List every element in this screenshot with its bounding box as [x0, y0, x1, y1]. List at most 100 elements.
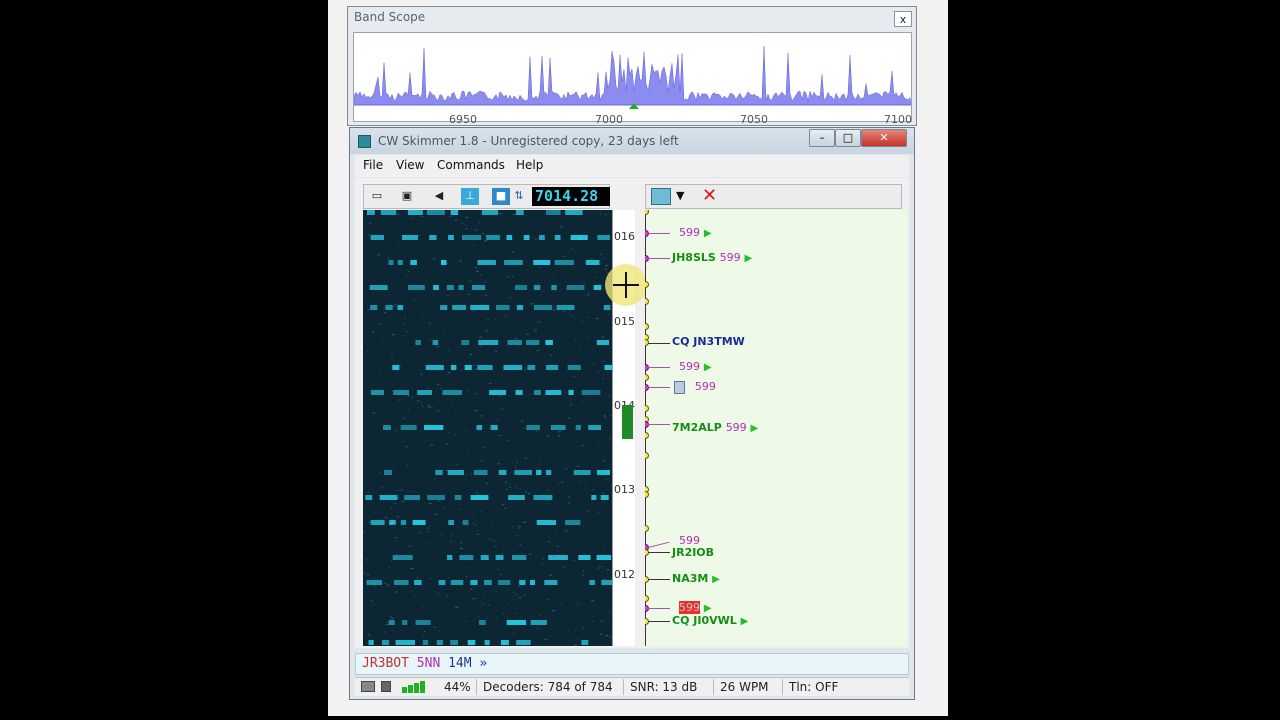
chevron-down-icon[interactable]: ▼ [676, 189, 684, 202]
spot-rst: 599 [719, 251, 741, 264]
spot-entry[interactable]: 599 ▶ [679, 601, 712, 614]
signal-dot[interactable] [645, 595, 649, 602]
noise-speck [598, 524, 600, 526]
noise-speck [418, 210, 422, 212]
cw-signal-mark [470, 495, 489, 500]
scope-tick: 6950 [449, 113, 477, 126]
spot-panel[interactable]: 599 ▶ JH8SLS 599 ▶ CQ JN3TMW 599 ▶ 599 7… [645, 210, 907, 646]
more-arrow-icon[interactable]: » [479, 656, 487, 671]
noise-speck [484, 240, 488, 242]
noise-speck [504, 316, 507, 318]
noise-speck [606, 313, 610, 315]
spot-entry[interactable]: 599 [674, 380, 716, 394]
signal-dot[interactable] [645, 281, 649, 288]
noise-speck [408, 271, 410, 273]
cw-signal-mark [436, 640, 443, 645]
noise-speck [477, 616, 480, 618]
signal-dot[interactable] [645, 323, 649, 330]
signal-dot[interactable] [645, 298, 649, 305]
signal-dot[interactable] [645, 210, 649, 215]
spot-entry[interactable]: 7M2ALP 599 ▶ [672, 421, 758, 434]
play-icon[interactable]: ▶ [704, 603, 712, 614]
noise-speck [400, 489, 403, 491]
clear-spots-icon[interactable]: ✕ [702, 185, 717, 206]
noise-speck [607, 396, 610, 398]
noise-speck [535, 306, 539, 308]
spot-entry[interactable]: CQ JI0VWL ▶ [672, 614, 748, 627]
cw-signal-mark [458, 285, 464, 290]
noise-speck [428, 503, 432, 504]
band-scope-plot[interactable]: 6950 7000 7050 7100 [353, 32, 912, 126]
noise-speck [476, 270, 479, 272]
noise-speck [394, 522, 397, 523]
play-icon[interactable]: ▶ [704, 362, 712, 373]
cw-signal-mark [490, 425, 498, 430]
menu-view[interactable]: View [396, 158, 424, 172]
cw-signal-mark [433, 285, 439, 290]
noise-speck [398, 371, 400, 373]
noise-speck [470, 353, 473, 355]
spot-entry[interactable]: JH8SLS 599 ▶ [672, 251, 752, 264]
play-icon[interactable]: ▶ [751, 423, 759, 434]
close-button[interactable]: ✕ [861, 129, 907, 147]
band-scope-close-button[interactable]: x [894, 11, 912, 27]
signal-dot[interactable] [645, 374, 649, 381]
title-bar[interactable]: CW Skimmer 1.8 - Unregistered copy, 23 d… [350, 128, 914, 154]
noise-speck [428, 322, 431, 324]
decode-icon[interactable] [651, 188, 671, 205]
noise-speck [499, 235, 501, 237]
cw-signal-mark [397, 260, 403, 265]
waterfall-display[interactable] [363, 210, 612, 646]
radio-icon[interactable]: ▭ [368, 188, 386, 205]
noise-speck [551, 520, 555, 521]
speaker-icon[interactable]: ◀ [430, 188, 448, 205]
play-icon[interactable]: ▶ [712, 574, 720, 585]
spot-entry[interactable]: JR2IOB [672, 546, 714, 559]
signal-dot[interactable] [645, 432, 649, 439]
noise-speck [470, 588, 473, 590]
noise-speck [450, 405, 453, 407]
menu-help[interactable]: Help [516, 158, 543, 172]
play-icon[interactable]: ▶ [741, 616, 749, 627]
cw-signal-mark [467, 640, 476, 645]
decoded-text-line[interactable]: JR3BOT 5NN 14M » [355, 653, 909, 675]
download-icon[interactable]: ⊥ [461, 188, 479, 205]
settings-panel-icon[interactable]: ▣ [398, 188, 416, 205]
play-icon[interactable]: ▶ [745, 253, 753, 264]
noise-speck [524, 457, 527, 459]
noise-speck [530, 303, 534, 305]
tuning-indicator[interactable] [622, 405, 633, 439]
menu-commands[interactable]: Commands [437, 158, 505, 172]
minimize-button[interactable]: – [809, 129, 835, 147]
spot-entry[interactable]: NA3M ▶ [672, 572, 720, 585]
maximize-button[interactable]: □ [835, 129, 861, 147]
noise-speck [440, 534, 444, 536]
noise-speck [495, 617, 498, 619]
sort-arrows-icon[interactable]: ⇅ [510, 188, 528, 205]
spot-entry[interactable]: CQ JN3TMW [672, 335, 745, 348]
signal-dot[interactable] [645, 525, 649, 532]
spot-entry[interactable]: 599 ▶ [679, 360, 712, 373]
cw-signal-mark [545, 340, 553, 345]
frequency-display[interactable]: 7014.28 [532, 187, 610, 206]
noise-speck [373, 585, 376, 587]
noise-speck [386, 257, 390, 259]
signal-dot[interactable] [645, 491, 649, 498]
scale-label: 013 [614, 483, 635, 496]
noise-speck [492, 399, 494, 401]
noise-speck [581, 444, 584, 446]
menu-file[interactable]: File [363, 158, 383, 172]
spot-entry[interactable]: 599 ▶ [679, 226, 712, 239]
play-icon[interactable]: ▶ [704, 228, 712, 239]
noise-speck [511, 599, 514, 601]
noise-speck [481, 469, 484, 471]
signal-dot[interactable] [645, 405, 649, 412]
noise-speck [506, 276, 509, 278]
noise-speck [591, 600, 594, 602]
signal-dot[interactable] [645, 452, 649, 459]
noise-speck [450, 287, 453, 289]
noise-speck [565, 468, 568, 470]
noise-speck [603, 567, 605, 569]
memory-icon[interactable]: ■ [492, 188, 510, 205]
noise-speck [560, 226, 563, 228]
